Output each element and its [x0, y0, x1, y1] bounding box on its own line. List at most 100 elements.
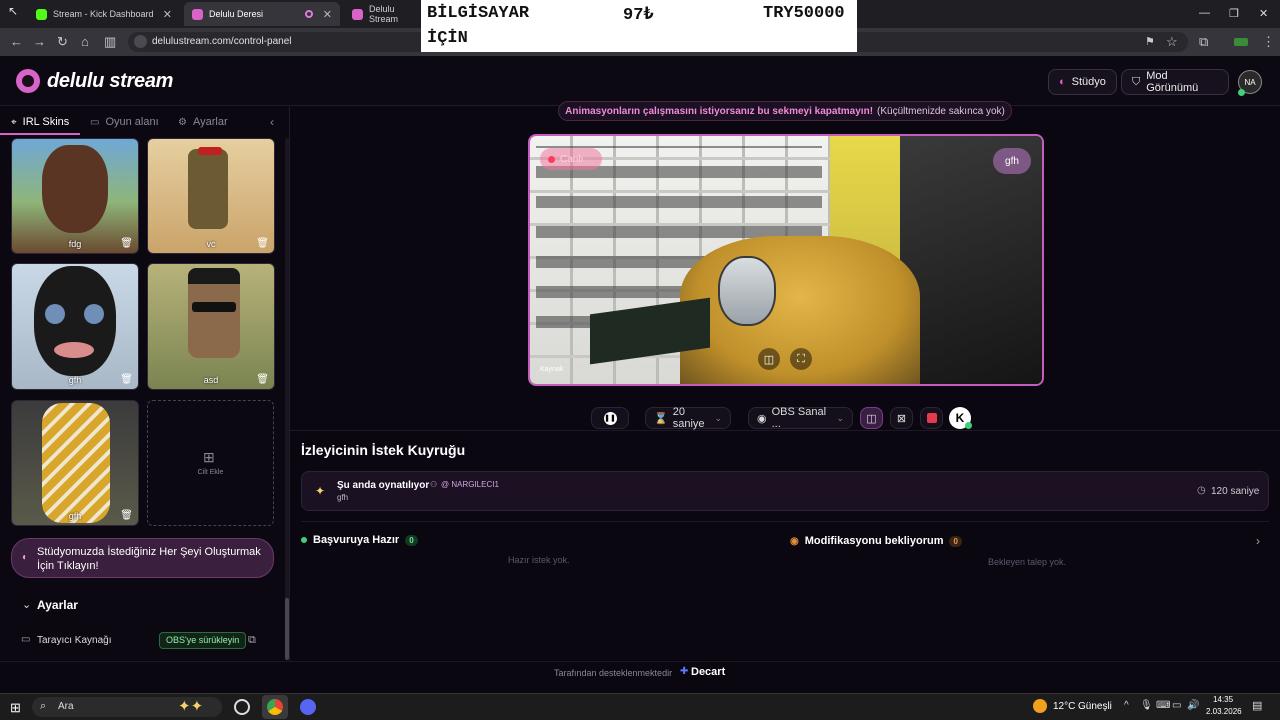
translate-icon[interactable]: ⚑ [1145, 34, 1155, 50]
forward-icon[interactable]: → [33, 34, 46, 50]
notifications-icon[interactable]: ▤ [1252, 699, 1262, 712]
profile-flag-icon[interactable] [1234, 38, 1248, 46]
add-skin-button[interactable]: ⊞ Cilt Ekle [147, 400, 274, 526]
monitor-icon: ▭ [21, 634, 31, 645]
trash-icon[interactable]: 🗑 [120, 238, 133, 249]
ready-count: 0 [405, 534, 418, 546]
windows-start-icon[interactable]: ⊞ [10, 700, 21, 716]
back-icon[interactable]: ← [10, 34, 23, 50]
tab-label: Oyun alanı [105, 116, 159, 128]
now-playing-skin: gfh [337, 493, 349, 502]
ready-dot [301, 537, 307, 543]
split-view-icon[interactable]: ◫ [758, 348, 780, 370]
url-text[interactable]: delulustream.com/control-panel [152, 36, 292, 47]
discord-app-icon[interactable] [300, 699, 316, 715]
tab-irl-skins[interactable]: ⌖ IRL Skins [11, 116, 69, 128]
clock-date[interactable]: 2.03.2026 [1206, 707, 1242, 716]
skin-card[interactable]: gfh 🗑 [11, 263, 139, 390]
sidebar-scrollbar[interactable] [285, 138, 289, 660]
copy-icon[interactable]: ⧉ [248, 634, 256, 647]
chevron-up-icon[interactable]: ^ [1124, 700, 1129, 711]
settings-section-title[interactable]: Ayarlar [37, 598, 78, 612]
tab-ayarlar[interactable]: ⚙ Ayarlar [178, 116, 228, 128]
close-tab-icon[interactable]: ✕ [163, 8, 172, 21]
minimize-icon[interactable]: — [1199, 7, 1210, 19]
keyboard-icon[interactable]: ⌨ [1156, 700, 1170, 711]
divider [301, 521, 1269, 522]
side-panel-icon[interactable]: ▥ [104, 34, 116, 50]
home-icon[interactable]: ⌂ [81, 34, 89, 50]
skin-thumbnail [34, 266, 116, 376]
extensions-icon[interactable]: ⧉ [1199, 34, 1208, 50]
site-info-icon[interactable] [134, 35, 147, 48]
ready-column-title: Başvuruya Hazır 0 [301, 534, 418, 546]
collapse-sidebar-icon[interactable]: ‹ [270, 115, 274, 129]
trash-icon[interactable]: 🗑 [120, 510, 133, 521]
sparkle-grid-icon: ⊠ [896, 412, 907, 425]
network-icon[interactable]: ▭ [1172, 700, 1181, 711]
skin-card[interactable]: gfh 🗑 [11, 400, 139, 526]
weather-temp[interactable]: 12°C [1053, 701, 1075, 712]
online-status-dot [1238, 89, 1245, 96]
effects-button[interactable]: ⊠ [890, 407, 913, 429]
chevron-down-icon[interactable]: ⌄ [22, 598, 31, 611]
active-tab-indicator [0, 133, 80, 135]
queue-title: İzleyicinin İstek Kuyruğu [301, 442, 466, 458]
camera-preview: Canlı gfh Kaynak ◫ ⛶ [528, 134, 1044, 386]
shield-icon: ⛉ [1132, 75, 1141, 88]
browser-menu-icon[interactable]: ⋮ [1262, 34, 1275, 50]
reload-icon[interactable]: ↻ [57, 34, 68, 50]
chrome-app-icon[interactable] [267, 699, 283, 715]
notice-rest: (Küçültmenizde sakınca yok) [877, 105, 1005, 117]
tab-title: Delulu Deresi [209, 9, 264, 19]
active-skin-badge: gfh [993, 148, 1031, 174]
camera-select[interactable]: ◉ OBS Sanal ... ⌄ [748, 406, 853, 430]
obs-app-icon[interactable] [234, 699, 250, 715]
powered-by-text: Tarafından desteklenmektedir [554, 668, 673, 678]
tab-kick-dashboard[interactable]: Stream - Kick Dashboard ✕ [28, 2, 180, 26]
layout-toggle-button[interactable]: ◫ [860, 407, 883, 429]
tab-label: IRL Skins [22, 116, 70, 128]
sidebar-scroll-thumb[interactable] [285, 598, 289, 660]
tab-delulu-deresi[interactable]: Delulu Deresi ✕ [184, 2, 340, 26]
overlay-product-line2: İÇİN [427, 29, 468, 48]
close-tab-icon[interactable]: ✕ [323, 8, 332, 21]
now-playing-user: @ NARGILECI1 [441, 480, 499, 489]
decart-brand[interactable]: Decart [691, 666, 725, 678]
mod-view-button[interactable]: ⛉ Mod Görünümü [1121, 69, 1229, 95]
maximize-icon[interactable]: ❐ [1229, 7, 1239, 20]
camera-icon: ◉ [757, 412, 767, 425]
trash-icon[interactable]: 🗑 [120, 374, 133, 385]
promo-text: Stüdyomuzda İstediğiniz Her Şeyi Oluştur… [37, 546, 261, 572]
trash-icon[interactable]: 🗑 [256, 238, 269, 249]
bookmark-star-icon[interactable]: ☆ [1166, 34, 1178, 50]
microphone-icon[interactable]: 🎙 [1140, 700, 1153, 711]
tab-delulu-stream[interactable]: Delulu Stream [344, 2, 424, 26]
divider [290, 430, 1280, 431]
studio-promo-button[interactable]: ◐ Stüdyomuzda İstediğiniz Her Şeyi Oluşt… [11, 538, 274, 578]
skin-card[interactable]: fdg 🗑 [11, 138, 139, 254]
weather-desc[interactable]: Güneşli [1078, 701, 1112, 712]
duration-select[interactable]: ⌛ 20 saniye ⌄ [645, 406, 731, 430]
logo-text[interactable]: delulu stream [47, 70, 173, 93]
pause-button[interactable]: ❚❚ [591, 407, 629, 429]
skin-card[interactable]: vc 🗑 [147, 138, 275, 254]
trash-icon[interactable]: 🗑 [256, 374, 269, 385]
studio-button[interactable]: ◐ Stüdyo [1048, 69, 1117, 95]
obs-drag-button[interactable]: OBS'ye sürükleyin [159, 632, 247, 649]
taskbar-search[interactable]: ⌕ Ara ✦✦ [32, 697, 222, 717]
studio-label: Stüdyo [1071, 76, 1106, 88]
fullscreen-icon[interactable]: ⛶ [790, 348, 812, 370]
ready-title: Başvuruya Hazır [313, 534, 400, 546]
clock-time[interactable]: 14:35 [1213, 695, 1233, 704]
close-window-icon[interactable]: ✕ [1259, 7, 1268, 20]
waiting-count: 0 [949, 535, 962, 547]
volume-icon[interactable]: 🔊 [1187, 700, 1199, 711]
chevron-right-icon[interactable]: › [1256, 534, 1260, 548]
gear-icon: ⚙ [178, 116, 187, 128]
skin-card[interactable]: asd 🗑 [147, 263, 275, 390]
ready-empty-text: Hazır istek yok. [508, 555, 570, 565]
tab-oyun-alani[interactable]: ▭ Oyun alanı [90, 116, 159, 128]
live-label: Canlı [560, 153, 584, 165]
stop-button[interactable] [920, 407, 943, 429]
